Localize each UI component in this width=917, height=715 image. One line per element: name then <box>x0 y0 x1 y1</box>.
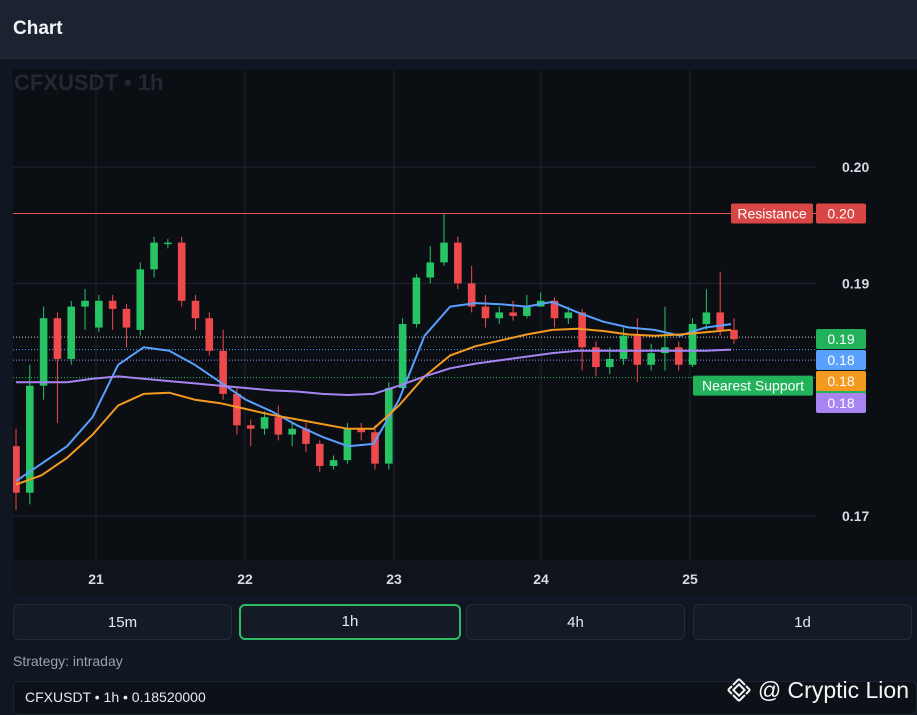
candle-body <box>39 318 48 386</box>
candle-body <box>329 460 338 466</box>
candle-body <box>191 300 200 319</box>
brand-watermark: @ Cryptic Lion <box>726 676 909 704</box>
candle-body <box>246 425 255 429</box>
brand-text: @ Cryptic Lion <box>757 676 909 703</box>
status-text: CFXUSDT • 1h • 0.18520000 <box>25 689 206 705</box>
x-tick-label: 21 <box>88 571 104 587</box>
candle-body <box>177 242 186 301</box>
x-tick-label: 24 <box>533 571 549 587</box>
candle-body <box>481 306 490 319</box>
candle-body <box>647 353 655 365</box>
candle-body <box>716 312 724 330</box>
y-tick-label: 0.17 <box>842 508 869 524</box>
candle-body <box>53 318 62 359</box>
candle-body <box>730 329 738 340</box>
x-tick-label: 22 <box>237 571 253 587</box>
strategy-label: Strategy: intraday <box>13 653 123 669</box>
ema-slow-value-label: 0.18 <box>827 373 854 389</box>
candle-body <box>260 417 269 429</box>
candle-body <box>385 388 393 464</box>
timeframe-selector: 15m 1h 4h 1d <box>13 604 917 642</box>
panel-header: Chart <box>0 0 917 59</box>
candle-body <box>205 318 214 351</box>
candle-body <box>274 417 283 435</box>
candle-body <box>509 312 517 316</box>
candle-body <box>398 324 407 389</box>
chart-canvas[interactable]: 21 22 23 24 25 0.17 0.19 0.20 Resistance 0.20 Near… <box>13 70 917 595</box>
candle-body <box>150 242 158 270</box>
y-tick-label: 0.20 <box>842 159 869 175</box>
candle-body <box>564 312 573 319</box>
candle-body <box>108 300 117 309</box>
candle-body <box>495 312 504 319</box>
candle-body <box>136 269 145 330</box>
candle-body <box>13 446 20 493</box>
binance-logo-icon <box>727 678 751 702</box>
x-axis-band <box>13 560 917 595</box>
timeframe-1h-button[interactable]: 1h <box>239 604 461 640</box>
candle-body <box>164 242 172 245</box>
sma-value-label: 0.18 <box>827 395 854 411</box>
candle-body <box>81 300 89 307</box>
timeframe-4h-button[interactable]: 4h <box>466 604 685 640</box>
x-tick-label: 23 <box>386 571 402 587</box>
timeframe-15m-button[interactable]: 15m <box>13 604 232 640</box>
candle-body <box>288 428 296 435</box>
ema-fast-value-label: 0.18 <box>827 352 854 368</box>
candle-body <box>440 242 448 263</box>
candle-body <box>122 308 131 328</box>
chart-watermark: CFXUSDT • 1h <box>14 70 164 95</box>
resistance-value: 0.20 <box>827 206 854 222</box>
candle-body <box>523 306 531 316</box>
candle-body <box>605 358 614 368</box>
support-label: Nearest Support <box>702 378 804 394</box>
x-tick-label: 25 <box>682 571 698 587</box>
panel-title: Chart <box>13 18 63 39</box>
price-value-label: 0.19 <box>827 331 854 347</box>
candle-body <box>426 262 435 278</box>
price-chart[interactable]: 21 22 23 24 25 0.17 0.19 0.20 Resistance 0.20 Near… <box>13 70 917 595</box>
candle-body <box>233 393 241 426</box>
candle-body <box>219 350 227 394</box>
candle-body <box>454 242 462 284</box>
candle-body <box>26 385 34 493</box>
candle-body <box>412 277 421 325</box>
candle-body <box>67 306 76 359</box>
candle-body <box>95 300 103 328</box>
candle-body <box>619 335 628 359</box>
resistance-label: Resistance <box>737 206 806 222</box>
candle-body <box>315 443 324 466</box>
candle-body <box>702 312 711 325</box>
timeframe-1d-button[interactable]: 1d <box>693 604 912 640</box>
y-tick-label: 0.19 <box>842 275 869 291</box>
